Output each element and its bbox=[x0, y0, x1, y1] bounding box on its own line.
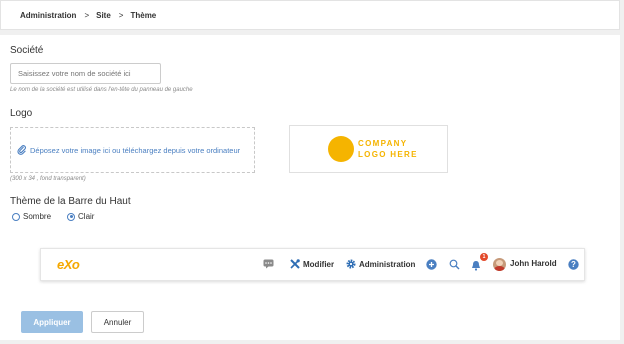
theme-option-dark-label: Sombre bbox=[23, 212, 52, 221]
topbar-theme-options: Sombre Clair bbox=[12, 212, 110, 221]
breadcrumb-separator: > bbox=[118, 10, 124, 20]
help-icon[interactable]: ? bbox=[568, 259, 579, 270]
logo-help-text: (300 x 34 , fond transparent) bbox=[10, 176, 86, 182]
svg-text:?: ? bbox=[571, 260, 576, 269]
brand-logo: eXo bbox=[57, 257, 80, 272]
logo-preview: COMPANY LOGO HERE bbox=[289, 125, 448, 173]
breadcrumb-item-theme: Thème bbox=[130, 10, 157, 20]
logo-preview-text: COMPANY LOGO HERE bbox=[358, 138, 418, 160]
logo-label: Logo bbox=[10, 108, 33, 119]
breadcrumb: Administration > Site > Thème bbox=[0, 0, 620, 30]
logo-preview-line1: COMPANY bbox=[358, 139, 408, 148]
search-icon[interactable] bbox=[449, 259, 460, 270]
user-name[interactable]: John Harold bbox=[510, 259, 557, 268]
modify-label: Modifier bbox=[303, 259, 335, 269]
cancel-button[interactable]: Annuler bbox=[91, 311, 144, 333]
tools-icon bbox=[290, 259, 300, 269]
administration-button[interactable]: Administration bbox=[346, 259, 415, 269]
breadcrumb-separator: > bbox=[84, 10, 90, 20]
paperclip-icon bbox=[17, 145, 26, 155]
gear-icon bbox=[346, 259, 356, 269]
bell-icon[interactable] bbox=[471, 260, 481, 271]
theme-option-light-label: Clair bbox=[78, 212, 95, 221]
topbar-theme-label: Thème de la Barre du Haut bbox=[10, 196, 131, 207]
theme-option-dark[interactable]: Sombre bbox=[12, 212, 51, 221]
radio-light[interactable] bbox=[67, 212, 76, 221]
logo-dropzone[interactable]: Déposez votre image ici ou téléchargez d… bbox=[10, 127, 255, 173]
theme-option-light[interactable]: Clair bbox=[67, 212, 94, 221]
radio-dark[interactable] bbox=[12, 212, 20, 221]
logo-circle bbox=[328, 136, 354, 162]
logo-preview-line2: LOGO HERE bbox=[358, 150, 418, 159]
theme-settings-panel: Société Le nom de la société est utilisé… bbox=[0, 35, 620, 340]
administration-label: Administration bbox=[359, 259, 416, 269]
apply-button[interactable]: Appliquer bbox=[21, 311, 83, 333]
modify-button[interactable]: Modifier bbox=[290, 259, 334, 269]
topbar-preview: eXo Modifier Administration 1 John Harol… bbox=[40, 248, 585, 281]
plus-icon[interactable] bbox=[426, 259, 437, 270]
breadcrumb-item-site[interactable]: Site bbox=[96, 11, 111, 20]
notification-badge: 1 bbox=[480, 253, 488, 261]
company-help-text: Le nom de la société est utilisé dans l'… bbox=[10, 87, 193, 93]
company-label: Société bbox=[10, 45, 44, 56]
company-name-input[interactable] bbox=[10, 63, 161, 84]
chat-icon bbox=[263, 259, 274, 269]
breadcrumb-item-administration[interactable]: Administration bbox=[20, 11, 76, 20]
dropzone-text: Déposez votre image ici ou téléchargez d… bbox=[30, 145, 241, 155]
avatar[interactable] bbox=[493, 258, 506, 271]
